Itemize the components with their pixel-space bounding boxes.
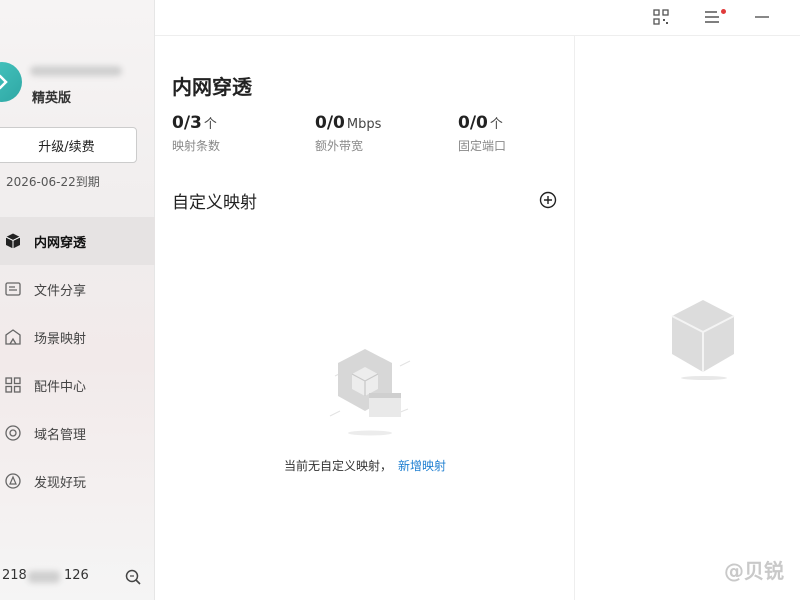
cube-shadow [681, 376, 727, 380]
sidebar-item-accessory-center[interactable]: 配件中心 [0, 361, 155, 409]
stat-value: 0/3 [172, 113, 202, 133]
add-mapping-icon[interactable] [539, 191, 557, 209]
sidebar-item-label: 文件分享 [34, 283, 87, 299]
minimize-icon[interactable] [753, 8, 771, 26]
stat-fixed-port: 0/0 个 固定端口 [458, 113, 506, 154]
sidebar-item-domain-management[interactable]: 域名管理 [0, 409, 155, 457]
detail-panel: @贝锐 [576, 36, 800, 600]
grid-icon [4, 376, 22, 394]
empty-state-illustration [329, 349, 411, 436]
stat-unit: 个 [489, 117, 503, 132]
ip-suffix: 126 [64, 568, 89, 583]
ip-prefix: 218 [2, 568, 27, 583]
menu-icon[interactable] [703, 8, 721, 26]
sidebar-item-discover[interactable]: 发现好玩 [0, 457, 155, 505]
stat-label: 映射条数 [172, 139, 221, 153]
scene-map-icon [4, 328, 22, 346]
sidebar-item-label: 场景映射 [34, 331, 87, 347]
edition-label: 精英版 [32, 91, 72, 106]
title-bar [155, 0, 800, 36]
ip-address-row: 218 126 [0, 566, 155, 588]
ip-redacted [28, 571, 60, 583]
account-name-redacted [30, 66, 122, 76]
sidebar-item-label: 域名管理 [34, 427, 87, 443]
stat-value: 0/0 [315, 113, 345, 133]
expire-date: 2026-06-22到期 [6, 175, 100, 189]
sidebar: 精英版 升级/续费 2026-06-22到期 内网穿透 文件分享 场景映射 配件… [0, 0, 155, 600]
stat-mapping-count: 0/3 个 映射条数 [172, 113, 220, 154]
upgrade-button[interactable]: 升级/续费 [0, 127, 137, 163]
cube-icon [4, 232, 22, 250]
sidebar-item-scene-mapping[interactable]: 场景映射 [0, 313, 155, 361]
stat-label: 固定端口 [458, 139, 507, 153]
empty-state-message: 当前无自定义映射， 新增映射 [155, 457, 575, 474]
page-title: 内网穿透 [172, 75, 252, 99]
logo-arrow-icon [0, 74, 8, 90]
sidebar-item-label: 配件中心 [34, 379, 87, 395]
add-mapping-link[interactable]: 新增映射 [398, 459, 446, 473]
sidebar-item-file-share[interactable]: 文件分享 [0, 265, 155, 313]
stat-value: 0/0 [458, 113, 488, 133]
sidebar-item-intranet-penetration[interactable]: 内网穿透 [0, 217, 155, 265]
notification-dot [721, 9, 726, 14]
stat-unit: 个 [203, 117, 217, 132]
cube-placeholder-icon [671, 300, 735, 372]
sidebar-item-label: 发现好玩 [34, 475, 87, 491]
empty-text: 当前无自定义映射， [283, 459, 392, 473]
sidebar-item-label: 内网穿透 [34, 235, 87, 251]
domain-icon [4, 424, 22, 442]
sidebar-nav: 内网穿透 文件分享 场景映射 配件中心 域名管理 发现好玩 [0, 217, 155, 505]
discover-icon [4, 472, 22, 490]
app-logo [0, 62, 22, 102]
main-panel: 内网穿透 0/3 个 映射条数 0/0 Mbps 额外带宽 0/0 个 固定端口 自定… [155, 36, 575, 600]
stat-label: 额外带宽 [315, 139, 364, 153]
search-icon[interactable] [124, 568, 142, 586]
section-title: 自定义映射 [172, 193, 257, 213]
qrcode-icon[interactable] [652, 8, 670, 26]
stat-unit: Mbps [346, 117, 382, 132]
watermark: @贝锐 [724, 559, 784, 583]
file-share-icon [4, 280, 22, 298]
stat-extra-bandwidth: 0/0 Mbps 额外带宽 [315, 113, 381, 154]
